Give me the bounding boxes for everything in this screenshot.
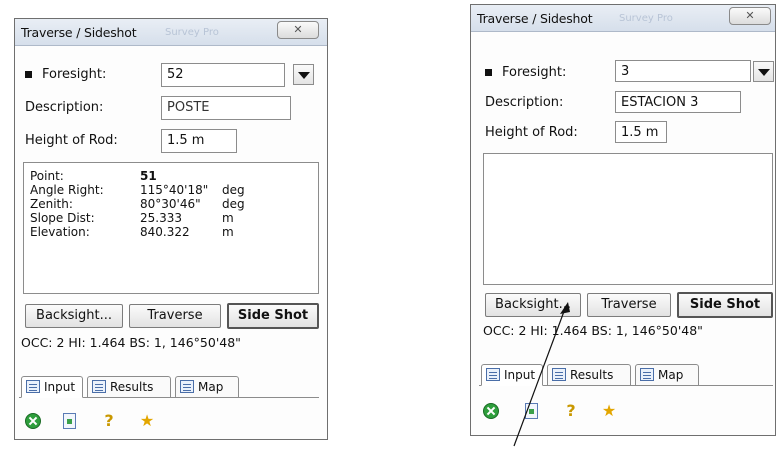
window-title: Traverse / Sideshot	[21, 25, 137, 40]
foresight-input[interactable]: 52	[161, 63, 285, 87]
foresight-dropdown-button[interactable]	[753, 61, 774, 82]
input-tab-icon	[486, 368, 500, 381]
star-icon[interactable]: ★	[601, 403, 617, 419]
left-traverse-window: Traverse / Sideshot Survey Pro ✕ Foresig…	[14, 18, 328, 440]
rod-height-label: Height of Rod:	[25, 133, 118, 148]
close-icon: ✕	[745, 9, 755, 22]
window-title-ghost: Survey Pro	[165, 27, 219, 38]
description-label: Description:	[485, 95, 564, 110]
map-tab-icon	[180, 380, 194, 393]
tab-results[interactable]: Results	[87, 376, 171, 398]
bullet-icon	[485, 69, 492, 76]
tab-map[interactable]: Map	[635, 364, 699, 386]
status-line: OCC: 2 HI: 1.464 BS: 1, 146°50'48"	[21, 335, 241, 350]
foresight-label: Foresight:	[25, 67, 106, 82]
close-button[interactable]: ✕	[277, 21, 319, 39]
foresight-label: Foresight:	[485, 65, 566, 80]
bullet-icon	[25, 71, 32, 78]
tab-map[interactable]: Map	[175, 376, 239, 398]
side-shot-button[interactable]: Side Shot	[227, 303, 319, 329]
traverse-button[interactable]: Traverse	[587, 293, 671, 317]
input-tab-icon	[26, 380, 40, 393]
results-panel	[483, 153, 773, 285]
backsight-button[interactable]: Backsight...	[25, 304, 123, 328]
rod-height-input[interactable]: 1.5 m	[161, 129, 237, 153]
ok-icon[interactable]	[25, 413, 41, 429]
traverse-button[interactable]: Traverse	[129, 304, 221, 328]
star-icon[interactable]: ★	[139, 413, 155, 429]
description-input[interactable]: ESTACION 3	[615, 91, 741, 113]
results-tab-icon	[92, 380, 106, 393]
foresight-input[interactable]: 3	[615, 60, 751, 82]
rod-height-label: Height of Rod:	[485, 125, 578, 140]
tab-input[interactable]: Input	[21, 376, 83, 398]
close-button[interactable]: ✕	[729, 7, 771, 25]
right-titlebar: Traverse / Sideshot Survey Pro ✕	[471, 5, 775, 32]
annotation-arrow	[513, 302, 570, 447]
results-panel: Point: 51 Angle Right: 115°40'18" deg Ze…	[23, 162, 319, 294]
document-icon[interactable]	[63, 413, 76, 429]
window-title: Traverse / Sideshot	[477, 11, 593, 26]
side-shot-button[interactable]: Side Shot	[677, 292, 773, 318]
foresight-dropdown-button[interactable]	[293, 64, 314, 85]
ok-icon[interactable]	[483, 403, 499, 419]
window-title-ghost: Survey Pro	[619, 13, 673, 24]
help-icon[interactable]: ?	[101, 413, 117, 429]
left-titlebar: Traverse / Sideshot Survey Pro ✕	[15, 19, 327, 46]
rod-height-input[interactable]: 1.5 m	[615, 121, 667, 143]
close-icon: ✕	[293, 23, 303, 36]
map-tab-icon	[640, 368, 654, 381]
description-input[interactable]: POSTE	[161, 96, 291, 120]
description-label: Description:	[25, 100, 104, 115]
